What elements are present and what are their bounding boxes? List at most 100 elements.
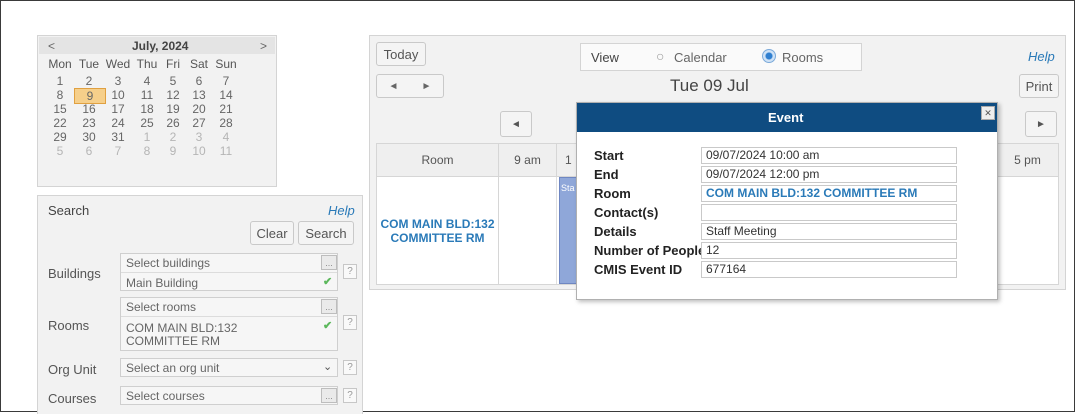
event-field-value[interactable]: 09/07/2024 12:00 pm — [701, 166, 957, 183]
grid-prev-button[interactable]: ◄ — [500, 111, 532, 137]
rooms-field[interactable]: Select rooms COM MAIN BLD:132 COMMITTEE … — [120, 297, 338, 351]
calendar-day[interactable]: 23 — [74, 116, 104, 130]
event-field-value[interactable]: Staff Meeting — [701, 223, 957, 240]
rooms-value-line2: COMMITTEE RM — [126, 334, 220, 348]
close-icon[interactable]: ✕ — [981, 106, 995, 120]
room-name-line1: COM MAIN BLD:132 — [380, 217, 495, 231]
help-link[interactable]: Help — [1028, 49, 1055, 64]
view-selector: View ○ Calendar Rooms — [580, 43, 862, 71]
time-header-9am: 9 am — [499, 144, 557, 177]
calendar-day[interactable]: 29 — [45, 130, 75, 144]
event-field-value[interactable] — [701, 204, 957, 221]
calendar-radio[interactable]: ○ — [656, 48, 664, 64]
calendar-day[interactable]: 11 — [211, 144, 241, 158]
buildings-check-icon: ✔ — [323, 276, 333, 288]
weekday-sat: Sat — [189, 57, 208, 71]
calendar-day[interactable]: 5 — [45, 144, 75, 158]
event-dialog-header: Event ✕ — [577, 103, 997, 132]
courses-picker-button[interactable]: ... — [321, 388, 337, 403]
calendar-day[interactable]: 7 — [211, 74, 241, 88]
right-arrow-icon: ► — [1036, 118, 1046, 130]
slot-5pm[interactable] — [997, 177, 1058, 284]
search-help-link[interactable]: Help — [328, 203, 355, 218]
rooms-radio-label[interactable]: Rooms — [782, 50, 823, 65]
courses-help-button[interactable]: ? — [343, 388, 357, 403]
calendar-day[interactable]: 1 — [45, 74, 75, 88]
today-button[interactable]: Today — [376, 42, 426, 66]
time-header-10am-label: 1 — [565, 153, 572, 167]
prev-day-button[interactable]: ◄ ► — [376, 74, 444, 98]
calendar-day[interactable]: 13 — [184, 88, 214, 102]
calendar-day[interactable]: 16 — [74, 102, 104, 116]
room-name-cell[interactable]: COM MAIN BLD:132 COMMITTEE RM — [377, 177, 499, 284]
rooms-radio[interactable] — [762, 49, 776, 63]
prev-arrow-icon: ◄ — [388, 80, 399, 92]
rooms-placeholder: Select rooms — [126, 300, 197, 314]
calendar-day[interactable]: 2 — [74, 74, 104, 88]
calendar-day[interactable]: 24 — [103, 116, 133, 130]
calendar-day[interactable]: 20 — [184, 102, 214, 116]
rooms-label: Rooms — [48, 318, 90, 333]
event-field-label: Details — [594, 224, 637, 239]
event-field-label: Start — [594, 148, 624, 163]
rooms-check-icon: ✔ — [323, 320, 333, 332]
org-unit-label: Org Unit — [48, 362, 97, 377]
calendar-day[interactable]: 31 — [103, 130, 133, 144]
calendar-day[interactable]: 28 — [211, 116, 241, 130]
weekday-sun: Sun — [215, 57, 237, 71]
calendar-radio-label[interactable]: Calendar — [674, 50, 727, 65]
event-field-label: End — [594, 167, 619, 182]
event-dialog: Event ✕ Start 09/07/2024 10:00 am End 09/07… — [576, 102, 998, 300]
calendar-day[interactable]: 4 — [211, 130, 241, 144]
chevron-down-icon: ⌄ — [323, 361, 333, 373]
event-field-value[interactable]: 677164 — [701, 261, 957, 278]
event-field-label: Room — [594, 186, 631, 201]
slot-9am[interactable] — [499, 177, 557, 284]
calendar-day[interactable]: 8 — [45, 88, 75, 102]
calendar-day[interactable]: 10 — [184, 144, 214, 158]
calendar-day[interactable]: 6 — [184, 74, 214, 88]
courses-field[interactable]: Select courses ... — [120, 386, 338, 405]
buildings-picker-button[interactable]: ... — [321, 255, 337, 270]
calendar-day[interactable]: 27 — [184, 116, 214, 130]
time-header-5pm: 5 pm — [997, 144, 1058, 177]
buildings-value: Main Building — [126, 276, 199, 290]
calendar-day[interactable]: 6 — [74, 144, 104, 158]
calendar-day[interactable]: 3 — [103, 74, 133, 88]
weekday-mon: Mon — [48, 57, 72, 71]
calendar-day[interactable]: 7 — [103, 144, 133, 158]
buildings-field[interactable]: Select buildings Main Building ... ✔ — [120, 253, 338, 291]
event-block-label: Sta — [561, 183, 575, 193]
event-field-value[interactable]: 09/07/2024 10:00 am — [701, 147, 957, 164]
buildings-label: Buildings — [48, 266, 101, 281]
rooms-picker-button[interactable]: ... — [321, 299, 337, 314]
org-unit-help-button[interactable]: ? — [343, 360, 357, 375]
next-month-button[interactable]: > — [260, 39, 267, 53]
rooms-help-button[interactable]: ? — [343, 315, 357, 330]
print-button[interactable]: Print — [1019, 74, 1059, 98]
grid-next-button[interactable]: ► — [1025, 111, 1057, 137]
courses-placeholder: Select courses — [126, 389, 205, 403]
calendar-day[interactable]: 10 — [103, 88, 133, 102]
calendar-day[interactable]: 3 — [184, 130, 214, 144]
calendar-day[interactable]: 15 — [45, 102, 75, 116]
calendar-day[interactable]: 17 — [103, 102, 133, 116]
org-unit-select[interactable]: Select an org unit ⌄ — [120, 358, 338, 377]
clear-button[interactable]: Clear — [250, 221, 294, 245]
view-label: View — [591, 50, 619, 65]
search-title: Search — [48, 203, 90, 218]
event-dialog-title: Event — [768, 110, 804, 125]
calendar-day[interactable]: 14 — [211, 88, 241, 102]
calendar-day[interactable]: 21 — [211, 102, 241, 116]
prev-month-button[interactable]: < — [48, 39, 55, 53]
search-button[interactable]: Search — [298, 221, 354, 245]
event-field-value[interactable]: 12 — [701, 242, 957, 259]
event-field-label: CMIS Event ID — [594, 262, 683, 277]
calendar-day[interactable]: 22 — [45, 116, 75, 130]
buildings-help-button[interactable]: ? — [343, 264, 357, 279]
buildings-placeholder: Select buildings — [126, 256, 211, 270]
search-panel: Search Help Clear Search Buildings Selec… — [37, 195, 363, 414]
event-field-value[interactable]: COM MAIN BLD:132 COMMITTEE RM — [701, 185, 957, 202]
calendar-day[interactable]: 30 — [74, 130, 104, 144]
weekday-wed: Wed — [105, 57, 131, 71]
